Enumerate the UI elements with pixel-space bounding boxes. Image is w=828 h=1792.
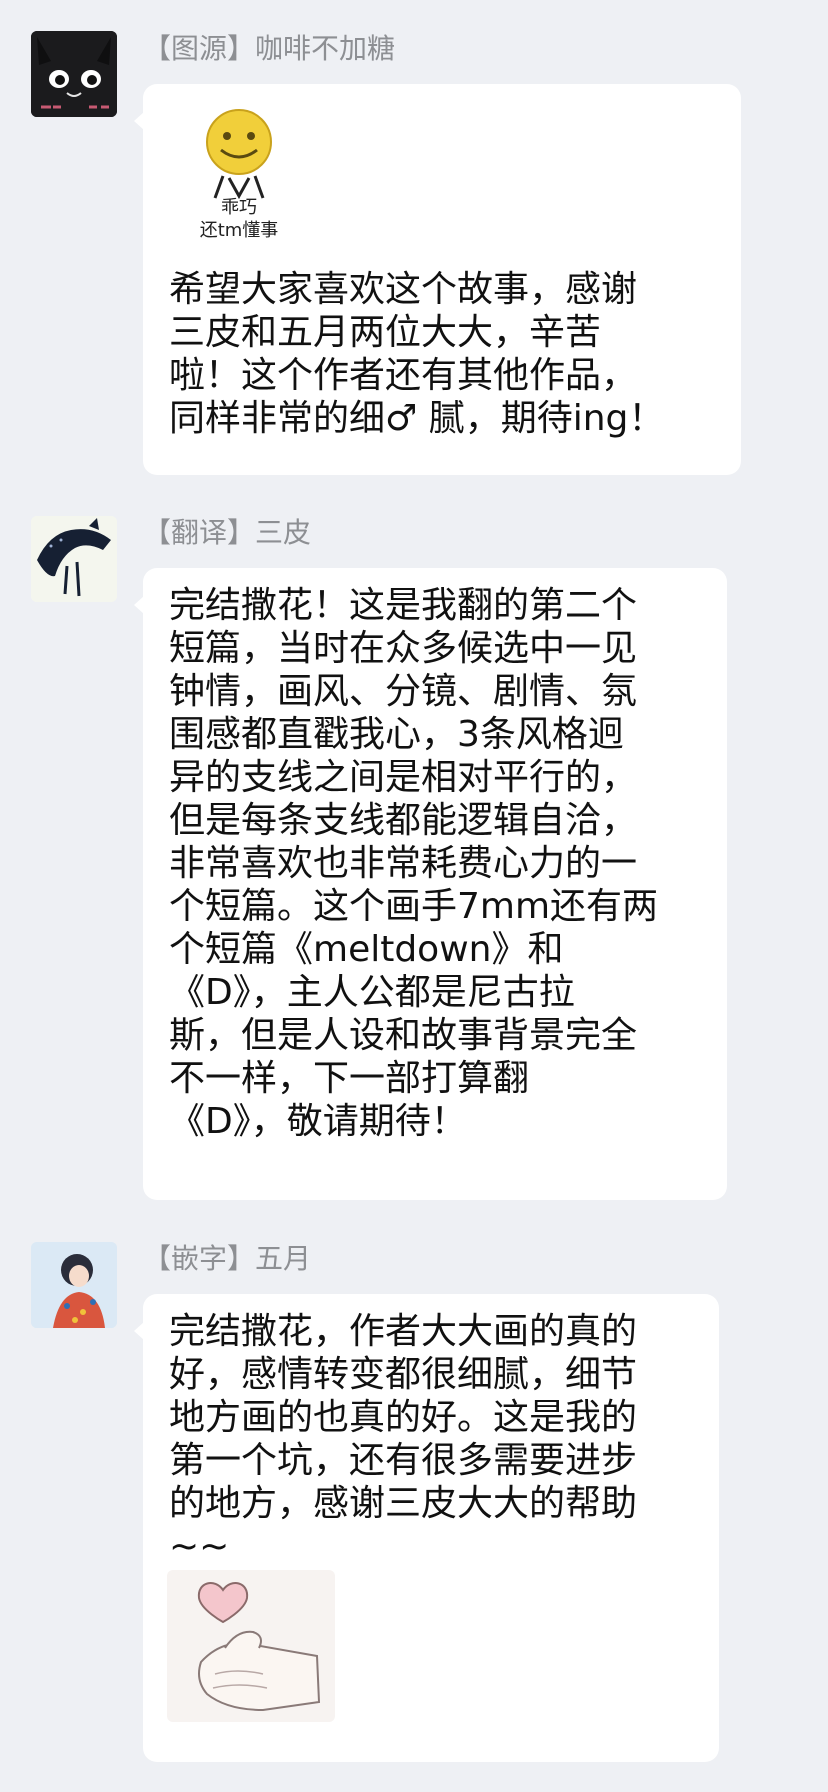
black-cat-avatar[interactable] xyxy=(31,31,117,117)
sender-name: 【翻译】三皮 xyxy=(143,516,312,549)
message-bubble[interactable]: 完结撒花！这是我翻的第二个 短篇，当时在众多候选中一见 钟情，画风、分镜、剧情、… xyxy=(134,568,727,1200)
smiley-face-sticker[interactable]: 乖巧 还tm懂事 xyxy=(179,104,299,244)
finger-heart-sticker[interactable] xyxy=(167,1570,335,1722)
sender-name: 【图源】咖啡不加糖 xyxy=(143,32,396,65)
dark-cat-silhouette-avatar[interactable] xyxy=(31,516,117,602)
message-bubble[interactable]: 完结撒花，作者大大画的真的 好，感情转变都很细腻，细节 地方画的也真的好。这是我… xyxy=(134,1294,719,1762)
sender-name: 【嵌字】五月 xyxy=(143,1242,312,1275)
sticker-caption-line2: 还tm懂事 xyxy=(199,220,279,241)
message-text: 完结撒花，作者大大画的真的 好，感情转变都很细腻，细节 地方画的也真的好。这是我… xyxy=(169,1311,638,1567)
message-text: 希望大家喜欢这个故事，感谢 三皮和五月两位大大，辛苦 啦！这个作者还有其他作品，… xyxy=(169,269,665,439)
message-text: 完结撒花！这是我翻的第二个 短篇，当时在众多候选中一见 钟情，画风、分镜、剧情、… xyxy=(169,585,659,1142)
anime-girl-avatar[interactable] xyxy=(31,1242,117,1328)
sticker-caption-line1: 乖巧 xyxy=(221,197,257,218)
message-bubble[interactable]: 乖巧 还tm懂事 希望大家喜欢这个故事，感谢 三皮和五月两位大大，辛苦 啦！这个… xyxy=(134,84,741,475)
